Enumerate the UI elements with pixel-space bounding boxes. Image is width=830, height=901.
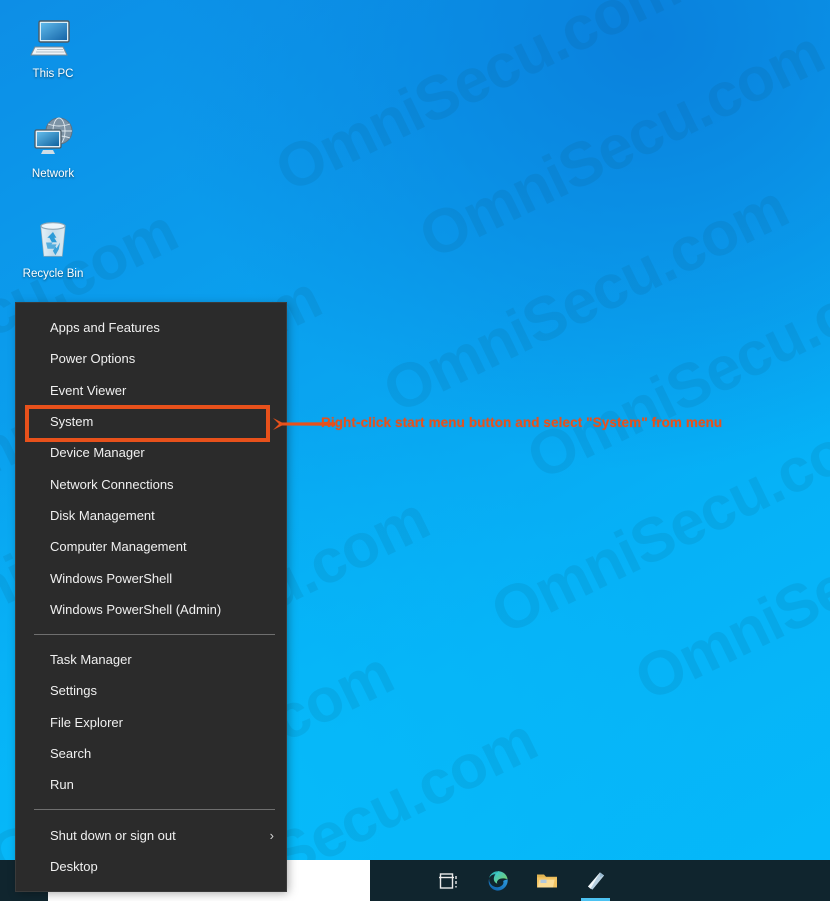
menu-item-label: Power Options [50,351,136,367]
menu-item-label: Windows PowerShell (Admin) [50,601,222,617]
desktop[interactable]: OmniSecu.com OmniSecu.com OmniSecu.com Omn… [0,0,830,901]
menu-item-label: Run [50,777,74,793]
taskbar-button-group [424,860,830,901]
desktop-icon-label: Recycle Bin [22,268,84,280]
menu-item-label: Network Connections [50,476,174,492]
menu-item-label: Computer Management [50,539,187,555]
menu-item-task-manager[interactable]: Task Manager [16,644,286,675]
monitor-keyboard-icon [29,14,77,62]
taskbar-button-file-explorer[interactable] [522,860,571,901]
menu-item-device-manager[interactable]: Device Manager [16,437,286,468]
taskbar-spacer [370,860,424,901]
menu-item-label: Shut down or sign out [50,827,176,843]
taskbar-button-microsoft-store[interactable] [571,860,620,901]
menu-item-label: Event Viewer [50,382,127,398]
menu-item-label: Task Manager [50,652,132,668]
watermark-text: OmniSecu.com [516,238,830,493]
menu-item-label: Windows PowerShell [50,570,173,586]
taskbar-button-task-view[interactable] [424,860,473,901]
folder-icon [535,869,559,893]
menu-item-label: Settings [50,683,97,699]
menu-item-apps-and-features[interactable]: Apps and Features [16,312,286,343]
watermark-text: OmniSecu.com [624,459,830,715]
annotation-text: Right-click start menu button and select… [321,415,723,430]
desktop-icon-this-pc[interactable]: This PC [14,8,92,108]
menu-item-windows-powershell-admin[interactable]: Windows PowerShell (Admin) [16,594,286,625]
menu-item-computer-management[interactable]: Computer Management [16,531,286,562]
desktop-icon-label: This PC [32,68,74,80]
winx-context-menu[interactable]: Apps and Features Power Options Event Vi… [16,303,286,891]
desktop-icon-label: Network [31,168,75,180]
watermark-text: OmniSecu.com [408,17,830,272]
chevron-right-icon: › [269,827,274,843]
menu-item-label: System [50,414,94,430]
menu-item-label: Device Manager [50,445,145,461]
menu-item-label: Desktop [50,858,98,874]
store-icon [584,869,608,893]
menu-item-search[interactable]: Search [16,738,286,769]
desktop-icon-list: This PC Network Recycle Bin [14,8,92,308]
desktop-icon-recycle-bin[interactable]: Recycle Bin [14,208,92,308]
menu-separator [34,633,275,635]
menu-item-system[interactable]: System [16,406,286,437]
menu-item-file-explorer[interactable]: File Explorer [16,707,286,738]
menu-item-label: Disk Management [50,507,155,523]
menu-item-shut-down-or-sign-out[interactable]: Shut down or sign out › [16,819,286,850]
menu-item-label: Search [50,745,92,761]
watermark-text: OmniSecu.com [372,171,799,427]
menu-item-label: Apps and Features [50,320,160,336]
edge-icon [486,869,510,893]
menu-item-windows-powershell[interactable]: Windows PowerShell [16,562,286,593]
menu-item-label: File Explorer [50,714,123,730]
watermark-text: OmniSecu.com [265,0,691,206]
menu-item-network-connections[interactable]: Network Connections [16,468,286,499]
taskbar-button-microsoft-edge[interactable] [473,860,522,901]
watermark-text: OmniSecu.com [480,392,830,648]
recycle-bin-icon [29,214,77,262]
menu-item-power-options[interactable]: Power Options [16,343,286,374]
desktop-icon-network[interactable]: Network [14,108,92,208]
globe-monitor-icon [29,114,77,162]
menu-item-event-viewer[interactable]: Event Viewer [16,375,286,406]
menu-item-desktop[interactable]: Desktop [16,851,286,882]
menu-item-disk-management[interactable]: Disk Management [16,500,286,531]
menu-item-settings[interactable]: Settings [16,675,286,706]
task-view-icon [437,869,461,893]
menu-item-run[interactable]: Run [16,769,286,800]
menu-separator [34,809,275,811]
